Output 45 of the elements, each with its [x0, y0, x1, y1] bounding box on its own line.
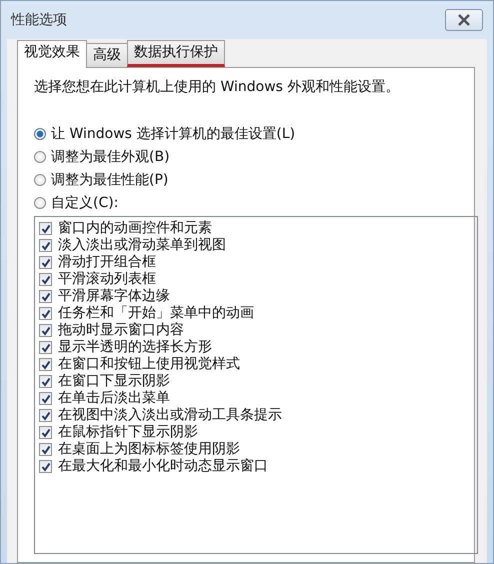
tab[interactable]: 高级: [86, 43, 128, 67]
checkbox-label: 在桌面上为图标标签使用阴影: [58, 441, 240, 458]
checkbox-label: 平滑滚动列表框: [58, 271, 156, 288]
checkbox-label: 任务栏和「开始」菜单中的动画: [58, 305, 254, 322]
checkbox-label: 在窗口和按钮上使用视觉样式: [58, 356, 240, 373]
checkbox[interactable]: [39, 460, 52, 473]
close-icon: [456, 14, 472, 26]
radio-label: 自定义(C):: [51, 194, 118, 212]
close-button[interactable]: [445, 9, 483, 31]
checkbox[interactable]: [39, 375, 52, 388]
checkbox-label: 在鼠标指针下显示阴影: [58, 424, 198, 441]
checkbox-label: 拖动时显示窗口内容: [58, 322, 184, 339]
checkbox[interactable]: [39, 307, 52, 320]
checkbox-label: 在视图中淡入淡出或滑动工具条提示: [58, 407, 282, 424]
radio-button[interactable]: [34, 174, 46, 186]
checkbox-label: 在单击后淡出菜单: [58, 390, 170, 407]
checkbox[interactable]: [39, 290, 52, 303]
radio-button[interactable]: [34, 196, 46, 208]
radio-button[interactable]: [34, 128, 46, 140]
checkbox[interactable]: [39, 324, 52, 337]
intro-text: 选择您想在此计算机上使用的 Windows 外观和性能设置。: [34, 78, 400, 96]
checkbox[interactable]: [39, 256, 52, 269]
checkbox[interactable]: [39, 358, 52, 371]
window-title: 性能选项: [11, 11, 67, 29]
radio-button[interactable]: [34, 150, 46, 162]
checkbox-label: 平滑屏幕字体边缘: [58, 288, 170, 305]
checkbox[interactable]: [39, 426, 52, 439]
checkbox[interactable]: [39, 273, 52, 286]
checkbox[interactable]: [39, 239, 52, 252]
checkbox-label: 在最大化和最小化时动态显示窗口: [58, 458, 268, 475]
checkbox[interactable]: [39, 409, 52, 422]
radio-label: 让 Windows 选择计算机的最佳设置(L): [51, 124, 296, 142]
checkbox[interactable]: [39, 222, 52, 235]
checkbox-label: 在窗口下显示阴影: [58, 373, 170, 390]
checkbox-label: 窗口内的动画控件和元素: [58, 220, 212, 237]
radio-label: 调整为最佳外观(B): [51, 148, 170, 166]
checkbox[interactable]: [39, 443, 52, 456]
checkbox[interactable]: [39, 341, 52, 354]
tab[interactable]: 视觉效果: [17, 40, 87, 68]
radio-label: 调整为最佳性能(P): [51, 170, 168, 188]
tab[interactable]: 数据执行保护: [127, 40, 225, 67]
checkbox[interactable]: [39, 392, 52, 405]
checkbox-label: 淡入淡出或滑动菜单到视图: [58, 237, 226, 254]
checkbox-label: 滑动打开组合框: [58, 254, 156, 271]
checkbox-label: 显示半透明的选择长方形: [58, 339, 212, 356]
